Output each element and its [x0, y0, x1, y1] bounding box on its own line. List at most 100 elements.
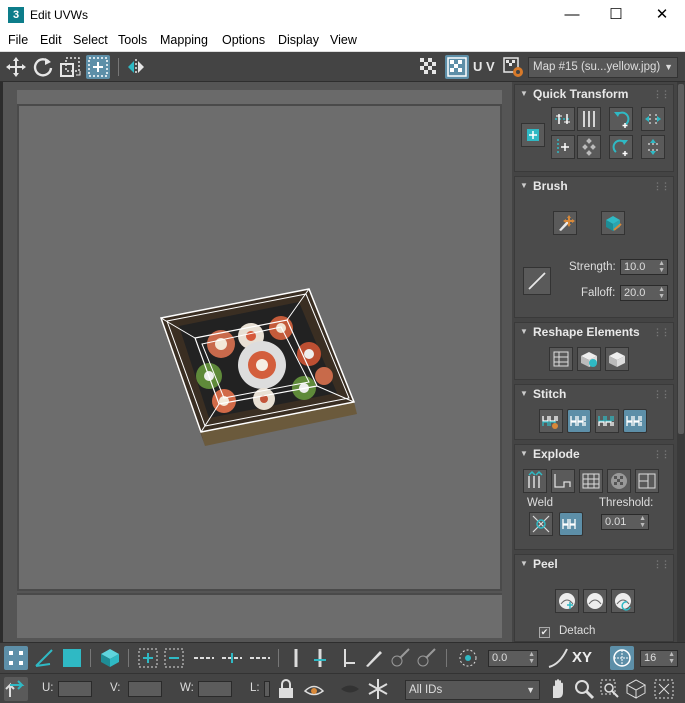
falloff-space-toggle[interactable]: XY: [572, 646, 600, 670]
break-icon[interactable]: [523, 469, 547, 493]
uv-axis-toggle[interactable]: U V: [473, 55, 499, 79]
soft-selection-icon[interactable]: [456, 646, 480, 670]
straighten-icon[interactable]: [577, 135, 601, 159]
texture-settings-icon[interactable]: [501, 55, 525, 79]
zoom-icon[interactable]: [572, 677, 596, 701]
pan-hand-icon[interactable]: [546, 677, 570, 701]
freeze-icon[interactable]: [366, 677, 390, 701]
u-coordinate-input[interactable]: [58, 681, 92, 697]
paint-move-icon[interactable]: [553, 211, 577, 235]
peel-header[interactable]: ▼ Peel ⋮⋮: [515, 555, 673, 573]
explode-header[interactable]: ▼ Explode ⋮⋮: [515, 445, 673, 463]
menu-mapping[interactable]: Mapping: [160, 33, 208, 47]
ring-shrink-icon[interactable]: [336, 646, 360, 670]
zoom-extents-icon[interactable]: [624, 677, 648, 701]
rotate-cw-icon[interactable]: [609, 135, 633, 159]
stitch-average-icon[interactable]: [595, 409, 619, 433]
rotate-icon[interactable]: [31, 55, 55, 79]
menu-file[interactable]: File: [8, 33, 28, 47]
spinner-arrows-icon[interactable]: ▲ ▼: [528, 651, 535, 665]
straighten-selection-icon[interactable]: [549, 347, 573, 371]
menu-display[interactable]: Display: [278, 33, 319, 47]
ring-select-icon[interactable]: [284, 646, 308, 670]
freeform-mode-icon[interactable]: [86, 55, 110, 79]
space-horizontal-icon[interactable]: [641, 107, 665, 131]
menu-select[interactable]: Select: [73, 33, 108, 47]
l-field[interactable]: [264, 681, 270, 697]
lock-icon[interactable]: [274, 677, 298, 701]
flatten-by-smoothing-icon[interactable]: [579, 469, 603, 493]
checker-pattern-icon[interactable]: [417, 55, 441, 79]
drag-grip-icon[interactable]: ⋮⋮: [653, 555, 670, 573]
v-coordinate-input[interactable]: [128, 681, 162, 697]
drag-grip-icon[interactable]: ⋮⋮: [653, 385, 670, 403]
uv-canvas[interactable]: [17, 104, 502, 591]
drag-grip-icon[interactable]: ⋮⋮: [653, 445, 670, 463]
quick-transform-header[interactable]: ▼ Quick Transform ⋮⋮: [515, 85, 673, 103]
scale-icon[interactable]: [58, 55, 82, 79]
flatten-by-polygon-icon[interactable]: [635, 469, 659, 493]
paint-select-grow-icon[interactable]: [388, 646, 412, 670]
quick-peel-icon[interactable]: [555, 589, 579, 613]
polygon-select-icon[interactable]: [60, 646, 84, 670]
grow-selection-icon[interactable]: [136, 646, 160, 670]
uv-editor-viewport[interactable]: [0, 82, 512, 642]
loop-select-icon[interactable]: [192, 646, 216, 670]
weld-selected-icon[interactable]: [529, 512, 553, 536]
space-vertical-icon[interactable]: [641, 135, 665, 159]
move-icon[interactable]: [4, 55, 28, 79]
drag-grip-icon[interactable]: ⋮⋮: [653, 85, 670, 103]
detach-checkbox[interactable]: ✔: [539, 627, 550, 638]
strength-spinner[interactable]: 10.0 ▲ ▼: [620, 259, 668, 275]
menu-options[interactable]: Options: [222, 33, 265, 47]
reshape-elements-header[interactable]: ▼ Reshape Elements ⋮⋮: [515, 323, 673, 341]
paint-select-icon[interactable]: [362, 646, 386, 670]
align-left-icon[interactable]: [551, 135, 575, 159]
absolute-offset-icon[interactable]: [4, 677, 28, 701]
grid-size-spinner[interactable]: 16 ▲ ▼: [640, 650, 678, 667]
loop-shrink-icon[interactable]: [248, 646, 272, 670]
rollout-scrollbar[interactable]: [677, 82, 685, 642]
brush-header[interactable]: ▼ Brush ⋮⋮: [515, 177, 673, 195]
show-map-icon[interactable]: [445, 55, 469, 79]
align-vertical-icon[interactable]: [577, 107, 601, 131]
minimize-button[interactable]: —: [549, 0, 595, 30]
falloff-spinner[interactable]: 20.0 ▲ ▼: [620, 285, 668, 301]
shrink-selection-icon[interactable]: [162, 646, 186, 670]
scrollbar-thumb[interactable]: [678, 84, 684, 434]
detach-edge-icon[interactable]: [551, 469, 575, 493]
falloff-curve-icon[interactable]: [546, 646, 570, 670]
w-coordinate-input[interactable]: [198, 681, 232, 697]
paint-relax-icon[interactable]: [601, 211, 625, 235]
loop-grow-icon[interactable]: [220, 646, 244, 670]
relax-icon[interactable]: [577, 347, 601, 371]
stitch-header[interactable]: ▼ Stitch ⋮⋮: [515, 385, 673, 403]
menu-tools[interactable]: Tools: [118, 33, 147, 47]
rotate-ccw-icon[interactable]: [609, 107, 633, 131]
maximize-button[interactable]: ☐: [593, 0, 639, 30]
spinner-arrows-icon[interactable]: ▲ ▼: [639, 515, 646, 529]
spinner-arrows-icon[interactable]: ▲ ▼: [658, 260, 665, 274]
close-button[interactable]: ✕: [639, 0, 685, 30]
snap-grid-icon[interactable]: [610, 646, 634, 670]
stitch-to-target-icon[interactable]: [567, 409, 591, 433]
hide-selected-icon[interactable]: [302, 677, 326, 701]
align-pivot-icon[interactable]: [521, 123, 545, 147]
ring-grow-icon[interactable]: [308, 646, 332, 670]
stitch-custom-icon[interactable]: [539, 409, 563, 433]
show-hidden-icon[interactable]: [338, 677, 362, 701]
peel-mode-icon[interactable]: [583, 589, 607, 613]
menu-edit[interactable]: Edit: [40, 33, 62, 47]
peel-reset-icon[interactable]: [611, 589, 635, 613]
paint-select-shrink-icon[interactable]: [414, 646, 438, 670]
zoom-region-icon[interactable]: [598, 677, 622, 701]
edge-select-icon[interactable]: [32, 646, 56, 670]
brush-falloff-curve-icon[interactable]: [523, 267, 551, 295]
zoom-selected-icon[interactable]: [652, 677, 676, 701]
element-select-icon[interactable]: [98, 646, 122, 670]
mirror-icon[interactable]: [125, 55, 149, 79]
spinner-arrows-icon[interactable]: ▲ ▼: [658, 286, 665, 300]
angle-spinner[interactable]: 0.0 ▲ ▼: [488, 650, 538, 667]
weld-target-icon[interactable]: [559, 512, 583, 536]
material-ids-dropdown[interactable]: All IDs ▼: [405, 680, 540, 700]
